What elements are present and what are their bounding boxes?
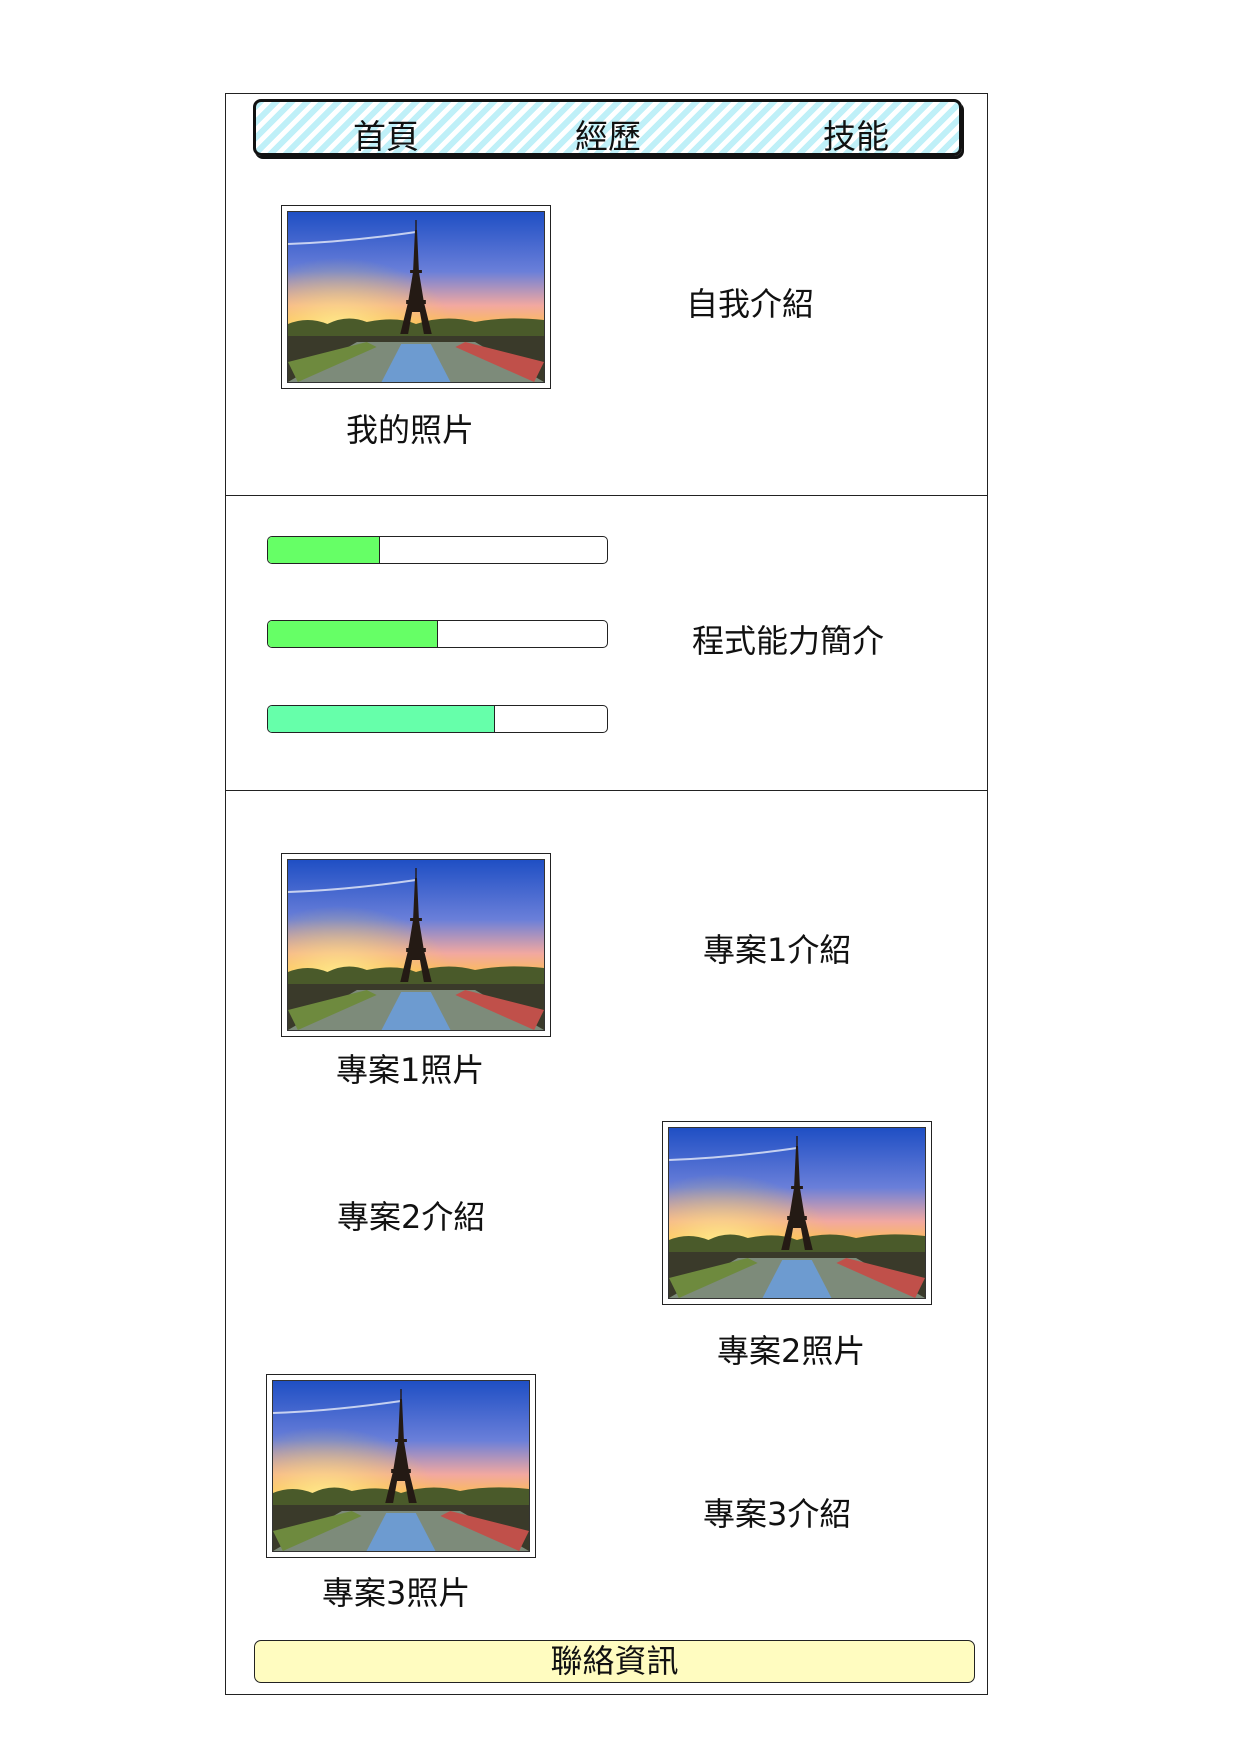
skill-bar-fill (268, 621, 438, 647)
skill-bar-1 (267, 536, 608, 564)
eiffel-tower-image (287, 859, 545, 1031)
top-nav: 首頁 經歷 技能 (253, 99, 962, 156)
skills-intro: 程式能力簡介 (692, 622, 885, 660)
project-1-intro: 專案1介紹 (703, 931, 852, 969)
eiffel-tower-image (272, 1380, 530, 1552)
nav-item-experience[interactable]: 經歷 (575, 110, 641, 158)
section-divider (226, 495, 987, 496)
skill-bar-fill (268, 537, 380, 563)
self-intro: 自我介紹 (686, 285, 815, 323)
nav-item-skills[interactable]: 技能 (823, 110, 889, 158)
project-2-photo (662, 1121, 932, 1305)
profile-photo-caption: 我的照片 (346, 411, 475, 449)
skill-bar-fill (268, 706, 496, 732)
nav-item-home[interactable]: 首頁 (353, 110, 419, 158)
project-2-intro: 專案2介紹 (337, 1198, 486, 1236)
eiffel-tower-image (287, 211, 545, 383)
skill-bar-3 (267, 705, 608, 733)
profile-photo (281, 205, 551, 389)
project-1-photo-caption: 專案1照片 (336, 1051, 485, 1089)
skill-bar-2 (267, 620, 608, 648)
contact-info-button[interactable]: 聯絡資訊 (254, 1640, 975, 1683)
project-3-photo (266, 1374, 536, 1558)
section-divider (226, 790, 987, 791)
project-3-intro: 專案3介紹 (703, 1495, 852, 1533)
project-3-photo-caption: 專案3照片 (322, 1574, 471, 1612)
project-1-photo (281, 853, 551, 1037)
project-2-photo-caption: 專案2照片 (717, 1332, 866, 1370)
eiffel-tower-image (668, 1127, 926, 1299)
